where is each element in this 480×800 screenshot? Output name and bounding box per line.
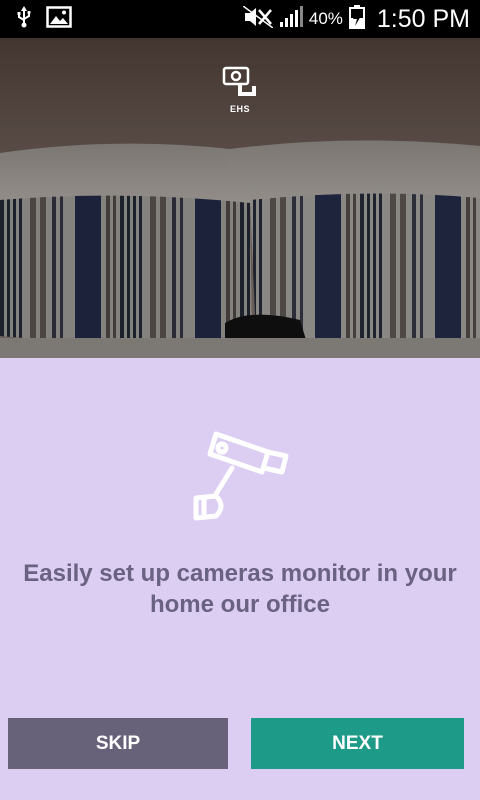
usb-icon [16, 5, 32, 33]
security-camera-icon [188, 428, 292, 531]
mute-icon [242, 4, 274, 33]
brand-logo: EHS [222, 66, 258, 114]
skip-button[interactable]: SKIP [8, 718, 228, 769]
battery-charging-icon [348, 4, 365, 34]
security-camera-icon [222, 66, 258, 102]
image-notification-icon [46, 5, 72, 33]
hero-image: EHS [0, 38, 480, 358]
next-button[interactable]: NEXT [251, 718, 464, 769]
brand-name: EHS [229, 104, 250, 114]
onboarding-headline: Easily set up cameras monitor in your ho… [23, 560, 457, 618]
signal-icon [279, 5, 303, 33]
battery-percent: 40% [308, 9, 343, 28]
status-time: 1:50 PM [376, 4, 470, 33]
status-bar: 40% 1:50 PM [0, 0, 480, 38]
onboarding-screen: 40% 1:50 PM EHS Easily set up cameras mo… [0, 0, 480, 800]
